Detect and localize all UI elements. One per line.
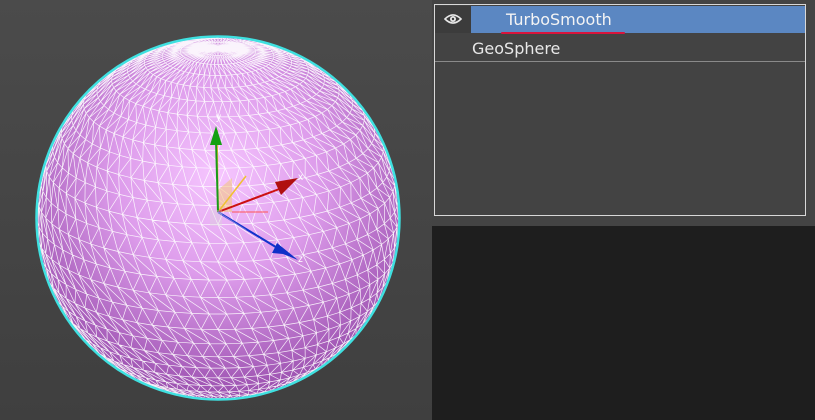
- modifier-label-turbosmooth: TurboSmooth: [506, 10, 612, 29]
- gizmo-label-y: y: [216, 112, 221, 123]
- gizmo-label-x: x: [298, 172, 303, 183]
- panel-lower-area: [432, 226, 815, 420]
- modifier-label-geosphere: GeoSphere: [472, 39, 561, 58]
- modifier-item-turbosmooth[interactable]: TurboSmooth: [435, 6, 805, 34]
- gizmo-center-box[interactable]: [210, 210, 222, 226]
- eye-icon: [444, 14, 462, 24]
- modifier-stack-list[interactable]: TurboSmooth GeoSphere: [434, 4, 806, 216]
- visibility-toggle[interactable]: [435, 6, 471, 33]
- viewport-canvas[interactable]: y x z: [0, 0, 432, 420]
- spellcheck-underline: [501, 32, 625, 34]
- viewport[interactable]: y x z: [0, 0, 432, 420]
- gizmo-label-z: z: [298, 254, 303, 265]
- modifier-item-geosphere[interactable]: GeoSphere: [435, 35, 805, 62]
